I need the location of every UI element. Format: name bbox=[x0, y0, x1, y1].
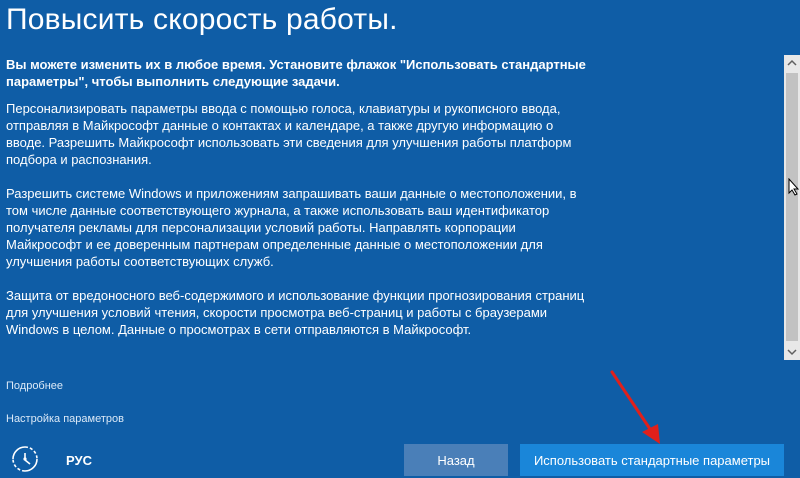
ease-of-access-icon[interactable] bbox=[10, 444, 40, 474]
vertical-scrollbar[interactable] bbox=[784, 55, 800, 360]
learn-more-link[interactable]: Подробнее bbox=[6, 380, 63, 392]
chevron-down-icon[interactable] bbox=[784, 344, 800, 360]
red-arrow-icon bbox=[610, 370, 660, 444]
chevron-up-icon[interactable] bbox=[784, 55, 800, 71]
scrollbar-thumb[interactable] bbox=[786, 73, 798, 341]
paragraph-input-personalization: Персонализировать параметры ввода с помо… bbox=[6, 101, 572, 167]
back-button[interactable]: Назад bbox=[404, 444, 508, 476]
customize-settings-link[interactable]: Настройка параметров bbox=[6, 413, 124, 425]
paragraph-location: Разрешить системе Windows и приложениям … bbox=[6, 186, 577, 269]
language-indicator[interactable]: РУС bbox=[66, 453, 92, 468]
page-title: Повысить скорость работы. bbox=[6, 3, 398, 36]
intro-text: Вы можете изменить их в любое время. Уст… bbox=[6, 57, 586, 89]
paragraph-browser-protection: Защита от вредоносного веб-содержимого и… bbox=[6, 288, 585, 337]
use-default-settings-button[interactable]: Использовать стандартные параметры bbox=[520, 444, 784, 476]
mouse-cursor-icon bbox=[788, 178, 800, 196]
settings-description: Персонализировать параметры ввода с помо… bbox=[6, 100, 586, 355]
